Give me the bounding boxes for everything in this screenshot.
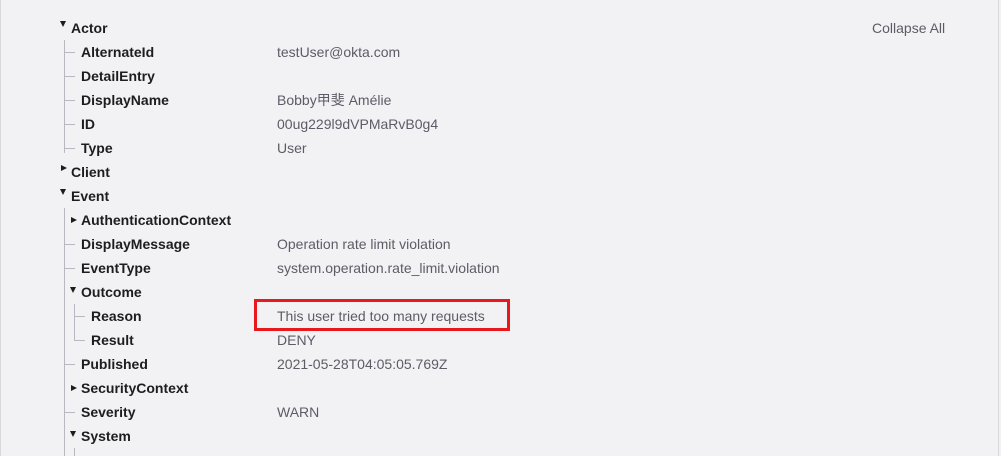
collapsed-caret-icon: [61, 165, 67, 171]
field-key: DisplayName: [81, 92, 169, 108]
field-key: Severity: [81, 404, 136, 420]
tree-connector: [64, 52, 75, 53]
expanded-caret-icon: [60, 21, 66, 27]
field-key: DetailEntry: [81, 68, 155, 84]
field-value: system.operation.rate_limit.violation: [277, 260, 500, 276]
field-key: DisplayMessage: [81, 236, 190, 252]
tree-connector: [64, 412, 75, 413]
tree-connector: [74, 340, 85, 341]
tree-row-detail-entry: DetailEntry: [81, 64, 155, 88]
tree-connector: [64, 208, 65, 456]
highlight-box: [254, 299, 510, 331]
field-key: AlternateId: [81, 44, 155, 60]
tree-connector: [64, 148, 75, 149]
field-key: ID: [81, 116, 95, 132]
field-key: EventType: [81, 260, 151, 276]
tree-row-type: Type: [81, 136, 113, 160]
field-key: Outcome: [81, 284, 142, 300]
field-key: System: [81, 428, 131, 444]
tree-node-client[interactable]: Client: [60, 160, 260, 184]
field-key: Result: [91, 332, 134, 348]
field-value: Operation rate limit violation: [277, 236, 451, 252]
field-key: Reason: [91, 308, 142, 324]
expanded-caret-icon: [60, 189, 66, 195]
tree-connector: [64, 364, 75, 365]
tree-connector: [64, 100, 75, 101]
field-value: 00ug229l9dVPMaRvB0g4: [277, 116, 439, 132]
field-key: Published: [81, 356, 148, 372]
field-key: AuthenticationContext: [81, 212, 232, 228]
tree-row-severity: Severity: [81, 400, 135, 424]
tree-row-id: ID: [81, 112, 95, 136]
field-key: Type: [81, 140, 113, 156]
tree-node-security-context[interactable]: SecurityContext: [70, 376, 270, 400]
tree-node-event[interactable]: Event: [60, 184, 260, 208]
expanded-caret-icon: [70, 287, 76, 293]
node-label: Actor: [71, 20, 108, 36]
node-label: Client: [71, 164, 110, 180]
node-label: Event: [71, 188, 110, 204]
collapsed-caret-icon: [71, 217, 77, 223]
field-value: DENY: [277, 332, 316, 348]
tree-row-result: Result: [91, 328, 134, 352]
field-value: WARN: [277, 404, 320, 420]
tree-row-display-name: DisplayName: [81, 88, 169, 112]
tree-connector: [74, 448, 75, 456]
tree-connector: [64, 268, 75, 269]
tree-node-system[interactable]: System: [70, 424, 270, 448]
field-key: SecurityContext: [81, 380, 189, 396]
field-value: 2021-05-28T04:05:05.769Z: [277, 356, 448, 372]
collapse-all-link[interactable]: Collapse All: [872, 20, 945, 36]
tree-node-outcome[interactable]: Outcome: [70, 280, 270, 304]
field-value: Bobby甲斐 Amélie: [277, 92, 392, 108]
tree-connector: [64, 40, 65, 153]
tree-connector: [74, 304, 75, 340]
tree-row-published: Published: [81, 352, 148, 376]
tree-row-reason: Reason: [91, 304, 142, 328]
expanded-caret-icon: [70, 431, 76, 437]
tree-connector: [64, 124, 75, 125]
collapsed-caret-icon: [71, 385, 77, 391]
tree-connector: [64, 244, 75, 245]
tree-connector: [64, 76, 75, 77]
tree-node-authentication-context[interactable]: AuthenticationContext: [70, 208, 270, 232]
tree-node-actor[interactable]: Actor: [60, 16, 260, 40]
tree-row-event-type: EventType: [81, 256, 151, 280]
tree-row-alternate-id: AlternateId: [81, 40, 154, 64]
tree-row-display-message: DisplayMessage: [81, 232, 190, 256]
tree-connector: [74, 316, 85, 317]
field-value: User: [277, 140, 307, 156]
field-value: testUser@okta.com: [277, 44, 401, 60]
